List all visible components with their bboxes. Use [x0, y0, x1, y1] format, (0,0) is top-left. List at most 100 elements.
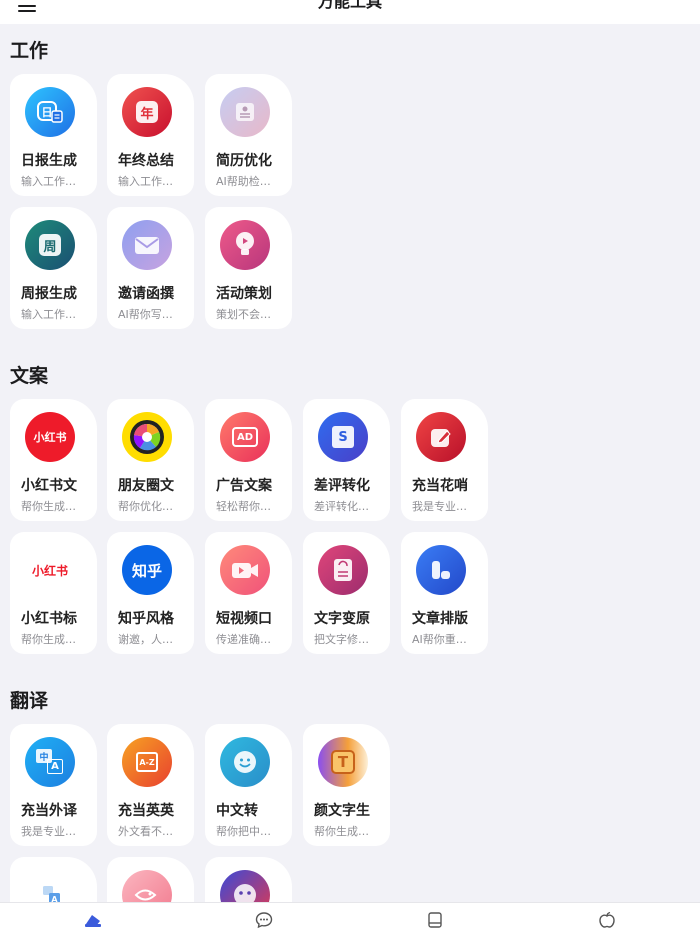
xhs-logo-glyph: 小红书 — [31, 563, 68, 578]
card-desc: 差评转化… — [314, 500, 369, 513]
document-refresh-icon — [318, 545, 368, 595]
card-desc: 轻松帮你… — [216, 500, 271, 513]
card-desc: 传递准确… — [216, 633, 271, 646]
s-logo-icon: S — [318, 412, 368, 462]
svg-text:A: A — [51, 895, 58, 902]
apple-icon[interactable] — [597, 911, 617, 929]
zhihu-glyph: 知乎 — [131, 561, 162, 580]
card-name: 充当英英 — [118, 803, 174, 819]
svg-text:日: 日 — [42, 106, 53, 119]
tool-card-zhihu[interactable]: 知乎 知乎风格 谢邀，人… — [107, 532, 194, 654]
tool-card-translate-extra-1[interactable]: A — [10, 857, 97, 902]
translate-small-icon: A — [25, 870, 75, 902]
tool-card-fancy[interactable]: 充当花哨 我是专业… — [401, 399, 488, 521]
card-name: 广告文案 — [216, 478, 272, 494]
fish-icon — [122, 870, 172, 902]
card-desc: 我是专业… — [21, 825, 76, 838]
ad-tv-icon: AD — [220, 412, 270, 462]
tool-card-weekly-report[interactable]: 周 周报生成 输入工作… — [10, 207, 97, 329]
tool-card-bad-review[interactable]: S 差评转化 差评转化… — [303, 399, 390, 521]
card-name: 日报生成 — [21, 153, 77, 169]
top-bar: 万能工具 — [0, 0, 700, 24]
letter-t-icon: T — [318, 737, 368, 787]
tool-card-xiaohongshu-post[interactable]: 小红书 小红书文 帮你生成… — [10, 399, 97, 521]
card-desc: 帮你把中… — [216, 825, 271, 838]
dictionary-icon: A-Z — [122, 737, 172, 787]
card-desc: 帮你生成… — [314, 825, 369, 838]
az-glyph: A-Z — [136, 752, 158, 772]
card-desc: AI帮助检… — [216, 175, 271, 188]
card-name: 文字变原 — [314, 611, 370, 627]
aperture-icon — [122, 412, 172, 462]
section-title-work: 工作 — [10, 40, 49, 62]
tool-card-english[interactable]: A-Z 充当英英 外文看不… — [107, 724, 194, 846]
daily-report-icon: 日 — [25, 87, 75, 137]
card-desc: 策划不会… — [216, 308, 271, 321]
card-desc: 输入工作… — [21, 308, 76, 321]
xhs-glyph: 小红书 — [33, 431, 67, 444]
card-name: 短视频口 — [216, 611, 272, 627]
card-name: 年终总结 — [118, 153, 174, 169]
video-camera-icon — [220, 545, 270, 595]
translate-icon: 中 A — [25, 737, 75, 787]
card-desc: 输入工作… — [118, 175, 173, 188]
tool-card-daily-report[interactable]: 日 日报生成 输入工作… — [10, 74, 97, 196]
t-glyph: T — [331, 750, 355, 774]
card-desc: 输入工作… — [21, 175, 76, 188]
book-icon[interactable] — [425, 911, 445, 929]
toolbox-icon[interactable] — [83, 911, 103, 929]
year-glyph: 年 — [136, 101, 158, 123]
tool-card-layout[interactable]: 文章排版 AI帮你重… — [401, 532, 488, 654]
tool-card-resume[interactable]: 简历优化 AI帮助检… — [205, 74, 292, 196]
section-title-translate: 翻译 — [10, 690, 49, 712]
card-name: 小红书标 — [21, 611, 77, 627]
card-desc: 把文字修… — [314, 633, 369, 646]
card-desc: 帮你生成… — [21, 500, 76, 513]
tool-card-foreign-translate[interactable]: 中 A 充当外译 我是专业… — [10, 724, 97, 846]
chat-icon[interactable] — [254, 911, 274, 929]
translate-glyph-group: 中 A — [36, 749, 64, 775]
card-name: 活动策划 — [216, 286, 272, 302]
section-title-copywriting: 文案 — [10, 365, 49, 387]
card-name: 充当外译 — [21, 803, 77, 819]
smile-icon — [220, 737, 270, 787]
tool-card-invitation[interactable]: 邀请函撰 AI帮你写… — [107, 207, 194, 329]
card-desc: 谢邀，人… — [118, 633, 173, 646]
resume-icon — [220, 87, 270, 137]
tool-card-event-plan[interactable]: 活动策划 策划不会… — [205, 207, 292, 329]
tool-card-ad-copy[interactable]: AD 广告文案 轻松帮你… — [205, 399, 292, 521]
xiaohongshu-logo-icon: 小红书 — [25, 545, 75, 595]
tool-list[interactable]: 工作 日 日报生成 输入工作… 年 年终总结 输入工作… 简历优化 AI帮助检…… — [0, 24, 700, 902]
emoji-face-icon — [220, 870, 270, 902]
tool-card-xiaohongshu-title[interactable]: 小红书 小红书标 帮你生成… — [10, 532, 97, 654]
card-name: 周报生成 — [21, 286, 77, 302]
page-title: 万能工具 — [317, 0, 382, 11]
card-name: 文章排版 — [412, 611, 468, 627]
card-name: 简历优化 — [216, 153, 272, 169]
card-name: 充当花哨 — [412, 478, 468, 494]
card-name: 小红书文 — [21, 478, 77, 494]
week-glyph: 周 — [39, 234, 61, 256]
card-name: 颜文字生 — [314, 803, 370, 819]
year-end-icon: 年 — [122, 87, 172, 137]
card-name: 知乎风格 — [118, 611, 174, 627]
tool-card-translate-extra-3[interactable] — [205, 857, 292, 902]
a-glyph: A — [47, 759, 63, 774]
card-name: 朋友圈文 — [118, 478, 174, 494]
xiaohongshu-icon: 小红书 — [25, 412, 75, 462]
card-name: 邀请函撰 — [118, 286, 174, 302]
s-glyph: S — [332, 426, 354, 448]
card-name: 中文转 — [216, 803, 258, 819]
card-name: 差评转化 — [314, 478, 370, 494]
tool-card-moments[interactable]: 朋友圈文 帮你优化… — [107, 399, 194, 521]
tool-card-text-restore[interactable]: 文字变原 把文字修… — [303, 532, 390, 654]
tool-card-short-video[interactable]: 短视频口 传递准确… — [205, 532, 292, 654]
tool-card-translate-extra-2[interactable] — [107, 857, 194, 902]
card-desc: 外文看不… — [118, 825, 173, 838]
zhihu-icon: 知乎 — [122, 545, 172, 595]
tool-card-kaomoji[interactable]: T 颜文字生 帮你生成… — [303, 724, 390, 846]
bottom-tab-bar — [0, 902, 700, 934]
tool-card-year-end[interactable]: 年 年终总结 输入工作… — [107, 74, 194, 196]
card-desc: 帮你生成… — [21, 633, 76, 646]
tool-card-chinese-convert[interactable]: 中文转 帮你把中… — [205, 724, 292, 846]
